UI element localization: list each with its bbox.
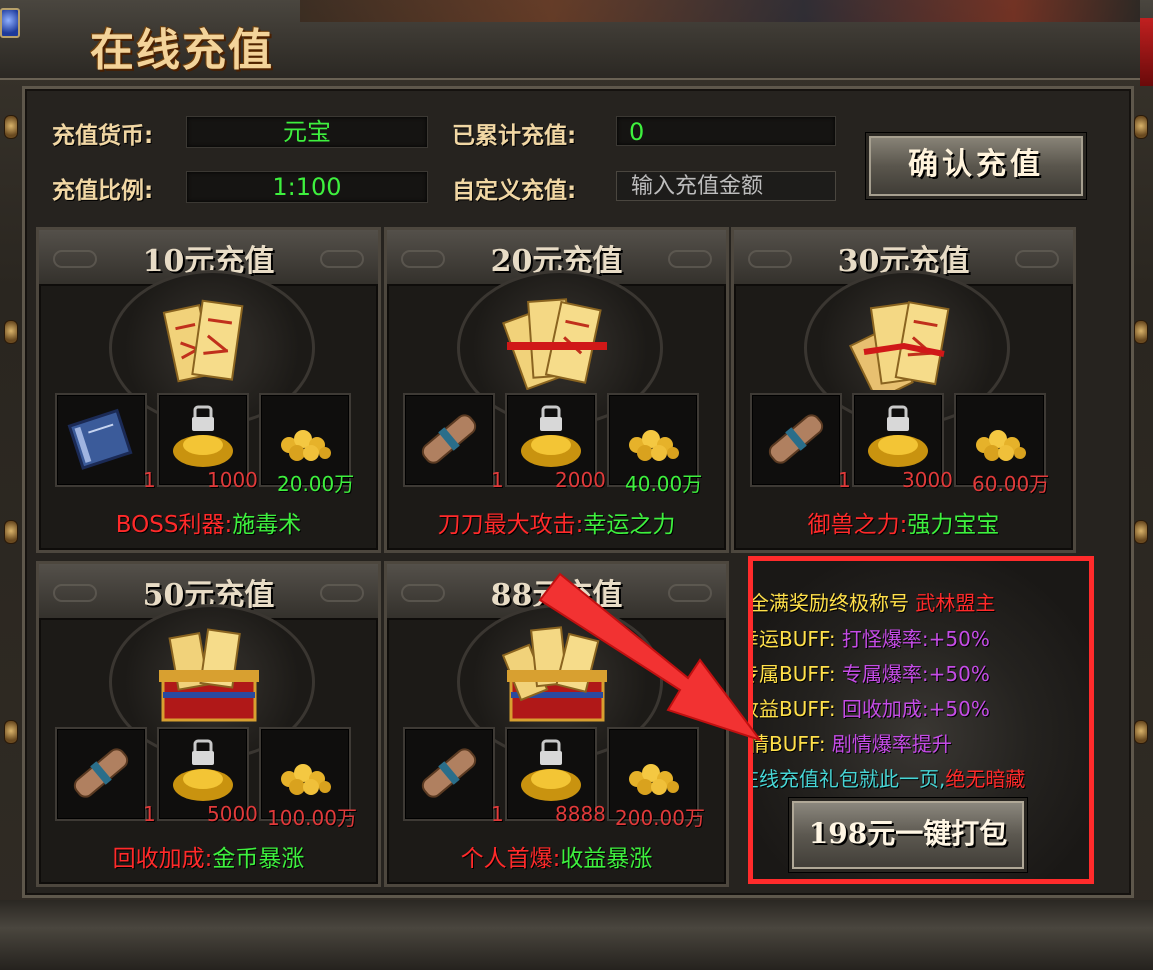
currency-label: 充值货币: — [52, 123, 154, 149]
slot-quantity: 1 — [143, 468, 156, 492]
reward-slot[interactable] — [403, 727, 495, 821]
card-caption: 刀刀最大攻击:幸运之力 — [387, 505, 726, 539]
caption-label: 回收加成: — [112, 846, 213, 872]
recharge-card-30[interactable]: 30元充值 1 3000 60.00万 御兽之力:强力宝宝 — [731, 227, 1076, 553]
recharge-card-20[interactable]: 20元充值 1 2000 40.00万 刀刀最大攻击:幸运之力 — [384, 227, 729, 553]
reward-slot[interactable] — [403, 393, 495, 487]
slot-quantity: 60.00万 — [972, 472, 1050, 496]
confirm-recharge-button[interactable]: 确认充值 — [866, 133, 1086, 199]
slot-quantity: 1 — [838, 468, 851, 492]
close-tab[interactable] — [1140, 18, 1153, 86]
custom-amount-input[interactable]: 输入充值金额 — [616, 171, 836, 201]
card-caption: BOSS利器:施毒术 — [39, 505, 378, 539]
bundle-buff-value: 打怪爆率:+50% — [841, 627, 990, 651]
talisman-stack-icon — [162, 299, 244, 383]
slot-quantity: 5000 — [207, 802, 258, 826]
bundle-title-line: 全满奖励终极称号 武林盟主 — [749, 587, 996, 616]
total-recharged-label: 已累计充值: — [452, 123, 577, 149]
slot-quantity: 1000 — [207, 468, 258, 492]
gold-coins-icon — [281, 430, 331, 461]
scene-background-strip — [300, 0, 1140, 22]
bundle-purchase-button[interactable]: 198元一键打包 — [789, 798, 1027, 872]
window-title: 在线充值 — [90, 25, 274, 76]
slot-quantity: 2000 — [555, 468, 606, 492]
slot-quantity: 3000 — [902, 468, 953, 492]
currency-value: 元宝 — [186, 116, 428, 148]
red-arrow-icon — [538, 572, 763, 742]
scroll-icon — [73, 748, 129, 798]
caption-value: 施毒术 — [232, 512, 302, 538]
gold-coins-icon — [281, 764, 331, 795]
bottom-frame — [0, 900, 1153, 970]
treasure-chest-icon — [159, 628, 259, 722]
bundle-buff-line: 幸运BUFF: 打怪爆率:+50% — [753, 623, 990, 652]
bundle-offer-box: 全满奖励终极称号 武林盟主 幸运BUFF: 打怪爆率:+50% 专属BUFF: … — [748, 556, 1094, 884]
bundle-highlight: 武林盟主 — [915, 591, 996, 615]
bundle-note-line: 在线充值礼包就此一页,绝无暗藏 — [748, 763, 1026, 792]
title-bar: 在线充值 — [0, 0, 1153, 86]
recharge-card-50[interactable]: 50元充值 1 5000 100.00万 回收加成:金币暴涨 — [36, 561, 381, 887]
talisman-pile-icon — [848, 301, 950, 390]
bundle-text: 在线充值礼包就此一页, — [748, 767, 946, 791]
bundle-buff-value: 回收加成:+50% — [841, 697, 990, 721]
scroll-icon — [421, 414, 477, 464]
slot-quantity: 1 — [491, 802, 504, 826]
caption-value: 幸运之力 — [583, 512, 676, 538]
reward-slot[interactable] — [750, 393, 842, 487]
rivet-icon — [4, 520, 18, 544]
scroll-icon — [421, 748, 477, 798]
locked-gold-ingot-icon — [173, 739, 233, 801]
scroll-icon — [768, 414, 824, 464]
reward-slot[interactable] — [55, 393, 147, 487]
reward-slot[interactable] — [55, 727, 147, 821]
caption-label: 刀刀最大攻击: — [437, 512, 584, 538]
slot-quantity: 100.00万 — [267, 806, 357, 830]
blue-gem-icon — [0, 8, 20, 38]
card-caption: 个人首爆:收益暴涨 — [387, 839, 726, 873]
slot-quantity: 200.00万 — [615, 806, 705, 830]
card-caption: 御兽之力:强力宝宝 — [734, 505, 1073, 539]
ratio-value: 1:100 — [186, 171, 428, 203]
card-caption: 回收加成:金币暴涨 — [39, 839, 378, 873]
blue-book-icon — [67, 408, 133, 470]
rivet-icon — [1134, 720, 1148, 744]
rivet-icon — [1134, 115, 1148, 139]
talisman-bundle-icon — [502, 298, 607, 390]
caption-label: 个人首爆: — [460, 846, 561, 872]
caption-value: 金币暴涨 — [212, 846, 305, 872]
gold-coins-icon — [976, 430, 1026, 461]
rivet-icon — [1134, 520, 1148, 544]
slot-quantity: 1 — [491, 468, 504, 492]
caption-label: 御兽之力: — [807, 512, 908, 538]
slot-quantity: 20.00万 — [277, 472, 355, 496]
ratio-label: 充值比例: — [52, 178, 154, 204]
bundle-buff-value: 剧情爆率提升 — [831, 732, 952, 756]
rivet-icon — [1134, 320, 1148, 344]
total-recharged-value: 0 — [616, 116, 836, 146]
rivet-icon — [4, 720, 18, 744]
bundle-buff-line: 剧情BUFF: 剧情爆率提升 — [753, 728, 952, 757]
bundle-buff-line: 收益BUFF: 回收加成:+50% — [753, 693, 990, 722]
custom-recharge-label: 自定义充值: — [452, 178, 577, 204]
locked-gold-ingot-icon — [521, 405, 581, 467]
caption-value: 收益暴涨 — [560, 846, 653, 872]
gold-coins-icon — [629, 430, 679, 461]
locked-gold-ingot-icon — [173, 405, 233, 467]
locked-gold-ingot-icon — [868, 405, 928, 467]
caption-value: 强力宝宝 — [907, 512, 1000, 538]
bundle-highlight: 绝无暗藏 — [945, 767, 1026, 791]
rivet-icon — [4, 320, 18, 344]
caption-label: BOSS利器: — [115, 512, 233, 538]
bundle-text: 全满奖励终极称号 — [749, 591, 909, 615]
game-frame: 在线充值 充值货币: 元宝 充值比例: 1:100 已累计充值: 0 自定义充值… — [0, 0, 1153, 970]
slot-quantity: 8888 — [555, 802, 606, 826]
bundle-buff-value: 专属爆率:+50% — [841, 662, 990, 686]
rivet-icon — [4, 115, 18, 139]
bundle-buff-line: 专属BUFF: 专属爆率:+50% — [753, 658, 990, 687]
slot-quantity: 1 — [143, 802, 156, 826]
recharge-card-10[interactable]: 10元充值 1 1000 20.00万 BOSS利器:施毒术 — [36, 227, 381, 553]
slot-quantity: 40.00万 — [625, 472, 703, 496]
